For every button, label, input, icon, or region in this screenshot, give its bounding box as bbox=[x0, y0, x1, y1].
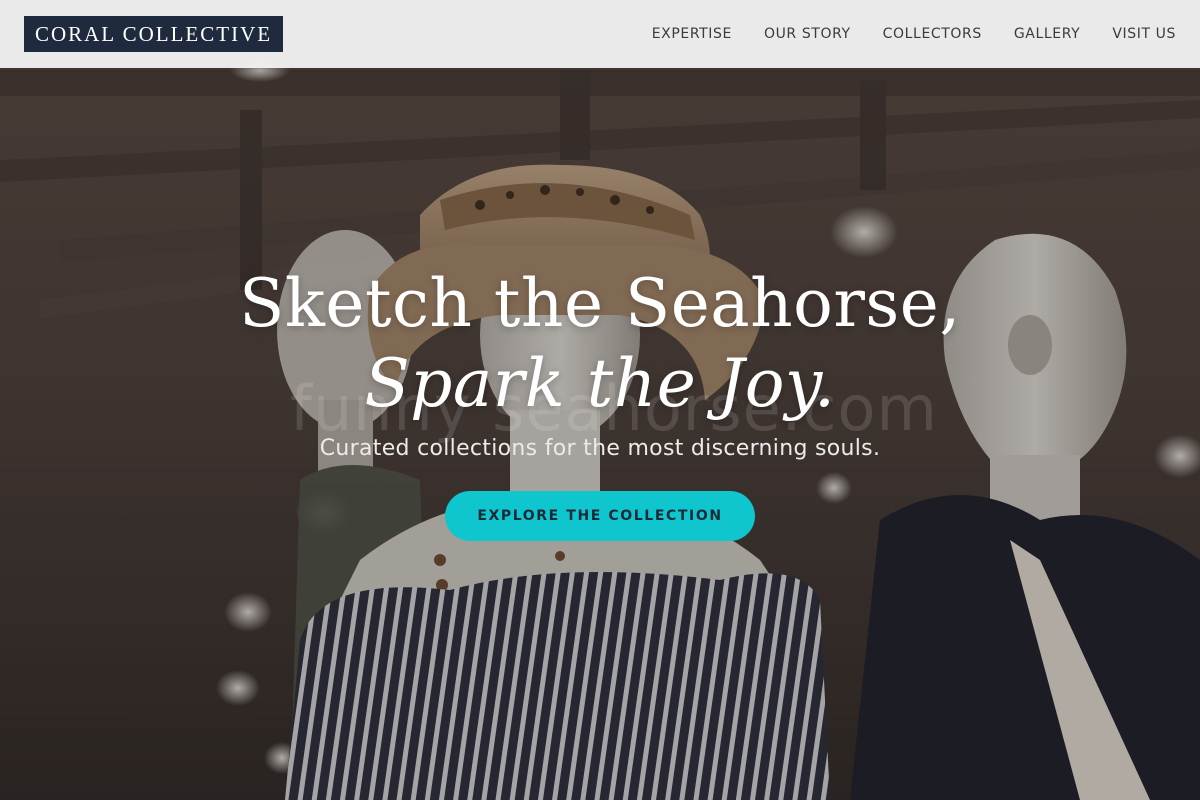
nav-item-expertise[interactable]: EXPERTISE bbox=[652, 26, 732, 42]
nav-item-gallery[interactable]: GALLERY bbox=[1014, 26, 1080, 42]
nav-item-collectors[interactable]: COLLECTORS bbox=[883, 26, 982, 42]
hero-title-line2: Spark the Joy. bbox=[364, 345, 836, 422]
nav-item-our-story[interactable]: OUR STORY bbox=[764, 26, 851, 42]
hero-content: Sketch the Seahorse, Spark the Joy. Cura… bbox=[0, 262, 1200, 541]
site-header: CORAL COLLECTIVE EXPERTISE OUR STORY COL… bbox=[0, 0, 1200, 68]
page: CORAL COLLECTIVE EXPERTISE OUR STORY COL… bbox=[0, 0, 1200, 800]
hero-title-line1: Sketch the Seahorse, bbox=[239, 265, 961, 342]
nav-item-visit-us[interactable]: VISIT US bbox=[1112, 26, 1176, 42]
explore-collection-button[interactable]: EXPLORE THE COLLECTION bbox=[445, 491, 755, 541]
main-nav: EXPERTISE OUR STORY COLLECTORS GALLERY V… bbox=[652, 0, 1176, 68]
hero-subtitle: Curated collections for the most discern… bbox=[319, 436, 881, 461]
hero-title: Sketch the Seahorse, Spark the Joy. bbox=[0, 262, 1200, 422]
brand-logo[interactable]: CORAL COLLECTIVE bbox=[24, 16, 283, 52]
